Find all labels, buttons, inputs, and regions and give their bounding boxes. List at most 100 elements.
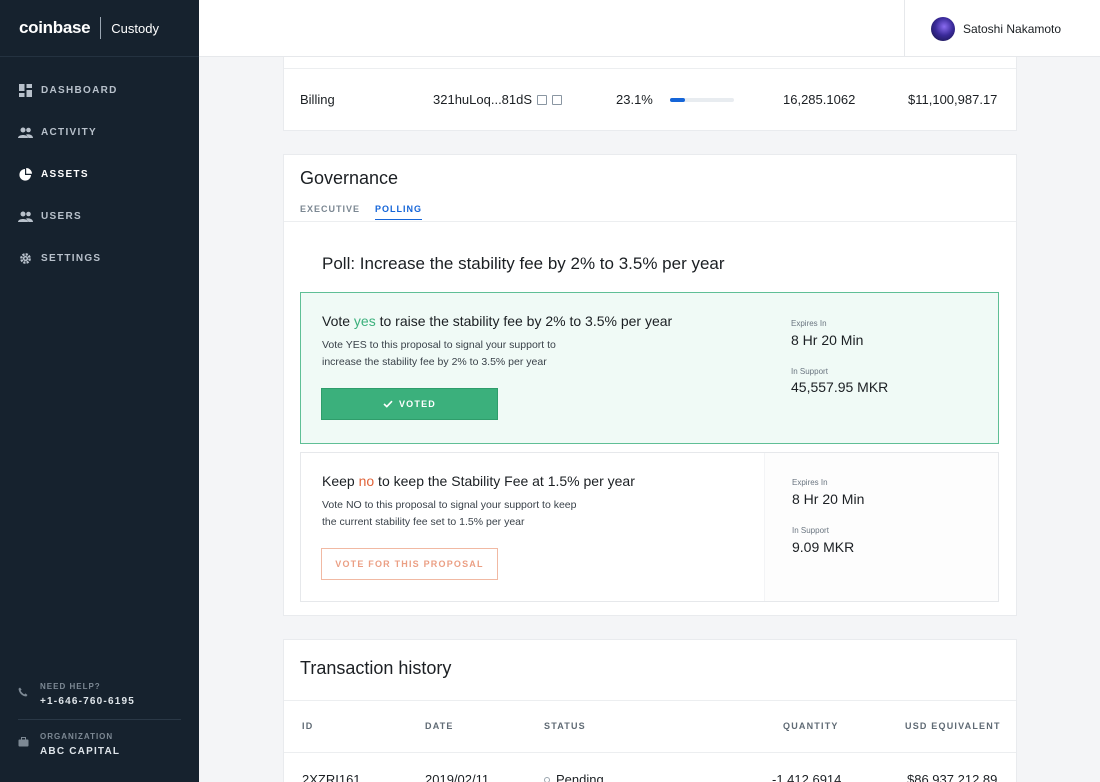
brand-divider	[100, 17, 102, 39]
sidebar-item-assets[interactable]: ASSETS	[0, 153, 199, 195]
billing-progress-fill	[670, 98, 685, 102]
copy-icon[interactable]	[537, 95, 548, 105]
tx-date: 2019/02/11	[425, 772, 490, 782]
tx-id: 2XZRI161	[302, 772, 361, 782]
column-header-id[interactable]: ID	[302, 721, 313, 731]
brand-logo: coinbase	[19, 18, 91, 37]
proposal-heading-suffix: to keep the Stability Fee at 1.5% per ye…	[374, 473, 635, 489]
proposal-stats: Expires In 8 Hr 20 Min In Support 45,557…	[764, 293, 998, 443]
help-label: NEED HELP?	[40, 682, 101, 691]
support-value: 45,557.95 MKR	[791, 379, 889, 395]
proposal-heading: Keep no to keep the Stability Fee at 1.5…	[322, 473, 635, 489]
tab-polling[interactable]: POLLING	[375, 204, 423, 220]
pending-status-icon	[544, 777, 550, 782]
pie-chart-icon	[18, 167, 33, 182]
vote-for-proposal-button[interactable]: VOTE FOR THIS PROPOSAL	[321, 548, 498, 580]
phone-icon	[18, 682, 32, 707]
billing-address: 321huLoq...81dS	[433, 92, 533, 107]
sidebar-footer: NEED HELP? +1-646-760-6195 ORGANIZATION …	[0, 682, 199, 782]
column-header-quantity[interactable]: QUANTITY	[783, 721, 839, 731]
expires-label: Expires In	[791, 319, 827, 328]
sidebar-item-label: DASHBOARD	[41, 84, 118, 96]
proposal-keyword-yes: yes	[353, 313, 376, 329]
governance-title: Governance	[300, 168, 399, 188]
organization-block[interactable]: ORGANIZATION ABC CAPITAL	[0, 732, 199, 757]
proposal-keyword-no: no	[358, 473, 375, 489]
sidebar-item-activity[interactable]: ACTIVITY	[0, 111, 199, 153]
tx-status: Pending	[544, 772, 604, 782]
proposal-heading: Vote yes to raise the stability fee by 2…	[322, 313, 672, 329]
transaction-history-title: Transaction history	[300, 658, 452, 678]
proposal-heading-prefix: Vote	[322, 313, 354, 329]
organization-name: ABC CAPITAL	[40, 746, 121, 757]
billing-usd: $11,100,987.17	[908, 92, 998, 107]
expires-label: Expires In	[792, 478, 828, 487]
poll-title: Poll: Increase the stability fee by 2% t…	[322, 254, 725, 273]
proposal-no: Keep no to keep the Stability Fee at 1.5…	[300, 452, 999, 602]
column-header-date[interactable]: DATE	[425, 721, 454, 731]
billing-row[interactable]: Billing 321huLoq...81dS 23.1% 16,285.106…	[284, 68, 1016, 130]
dashboard-icon	[18, 83, 33, 98]
governance-card: Governance EXECUTIVE POLLING Poll: Incre…	[283, 154, 1017, 616]
people-icon	[18, 125, 33, 140]
support-value: 9.09 MKR	[792, 539, 855, 555]
asset-allocation-card: Billing 321huLoq...81dS 23.1% 16,285.106…	[283, 57, 1017, 131]
check-icon	[383, 400, 393, 408]
tabs-divider	[284, 221, 1016, 222]
user-menu[interactable]: Satoshi Nakamoto	[904, 0, 1100, 57]
sidebar-item-users[interactable]: USERS	[0, 195, 199, 237]
sidebar-item-label: USERS	[41, 210, 82, 222]
sidebar-item-dashboard[interactable]: DASHBOARD	[0, 69, 199, 111]
voted-button-label: VOTED	[398, 399, 436, 409]
sidebar: coinbase Custody DASHBOARD ACTIVITY ASSE…	[0, 0, 199, 782]
proposal-description-line: Vote YES to this proposal to signal your…	[322, 339, 556, 351]
billing-name: Billing	[300, 92, 335, 107]
briefcase-icon	[18, 732, 32, 757]
billing-percent: 23.1%	[616, 92, 653, 107]
proposal-heading-suffix: to raise the stability fee by 2% to 3.5%…	[375, 313, 673, 329]
top-header: Satoshi Nakamoto	[199, 0, 1100, 57]
help-block[interactable]: NEED HELP? +1-646-760-6195	[0, 682, 199, 707]
sidebar-item-settings[interactable]: SETTINGS	[0, 237, 199, 279]
proposal-description-line: increase the stability fee by 2% to 3.5%…	[322, 356, 547, 368]
column-header-usd[interactable]: USD EQUIVALENT	[905, 721, 1001, 731]
people-icon	[18, 209, 33, 224]
sidebar-item-label: ASSETS	[41, 168, 89, 180]
sidebar-item-label: SETTINGS	[41, 252, 102, 264]
billing-quantity: 16,285.1062	[783, 92, 856, 107]
sidebar-item-label: ACTIVITY	[41, 126, 97, 138]
row-divider	[284, 752, 1016, 753]
billing-address-cell: 321huLoq...81dS	[433, 92, 563, 107]
tx-quantity: -1,412.6914	[772, 772, 842, 782]
avatar[interactable]	[931, 16, 955, 41]
tx-usd: $86,937,212.89	[907, 772, 998, 782]
governance-tabs: EXECUTIVE POLLING	[300, 204, 437, 220]
proposal-heading-prefix: Keep	[322, 473, 359, 489]
expires-value: 8 Hr 20 Min	[791, 332, 864, 348]
proposal-stats: Expires In 8 Hr 20 Min In Support 9.09 M…	[764, 453, 998, 601]
proposal-yes: Vote yes to raise the stability fee by 2…	[300, 292, 999, 444]
gear-icon	[18, 251, 33, 266]
help-phone[interactable]: +1-646-760-6195	[40, 696, 135, 707]
column-header-status[interactable]: STATUS	[544, 721, 586, 731]
proposal-description-line: Vote NO to this proposal to signal your …	[322, 499, 577, 511]
external-link-icon[interactable]	[552, 95, 563, 105]
organization-label: ORGANIZATION	[40, 732, 114, 741]
proposal-description: Vote YES to this proposal to signal your…	[322, 337, 622, 371]
header-divider	[284, 700, 1016, 701]
expires-value: 8 Hr 20 Min	[792, 491, 865, 507]
support-label: In Support	[791, 367, 828, 376]
sidebar-nav: DASHBOARD ACTIVITY ASSETS USERS SETTINGS	[0, 69, 199, 279]
proposal-description: Vote NO to this proposal to signal your …	[322, 497, 622, 531]
transaction-history-card: Transaction history ID DATE STATUS QUANT…	[283, 639, 1017, 782]
tx-status-label: Pending	[556, 772, 604, 782]
billing-progress-bar	[670, 98, 734, 102]
brand-header[interactable]: coinbase Custody	[0, 0, 199, 57]
proposal-description-line: the current stability fee set to 1.5% pe…	[322, 516, 525, 528]
tab-executive[interactable]: EXECUTIVE	[300, 204, 360, 220]
user-name: Satoshi Nakamoto	[963, 21, 1062, 36]
voted-button[interactable]: VOTED	[321, 388, 498, 420]
support-label: In Support	[792, 526, 829, 535]
footer-divider	[18, 719, 181, 720]
brand-product: Custody	[111, 20, 159, 36]
